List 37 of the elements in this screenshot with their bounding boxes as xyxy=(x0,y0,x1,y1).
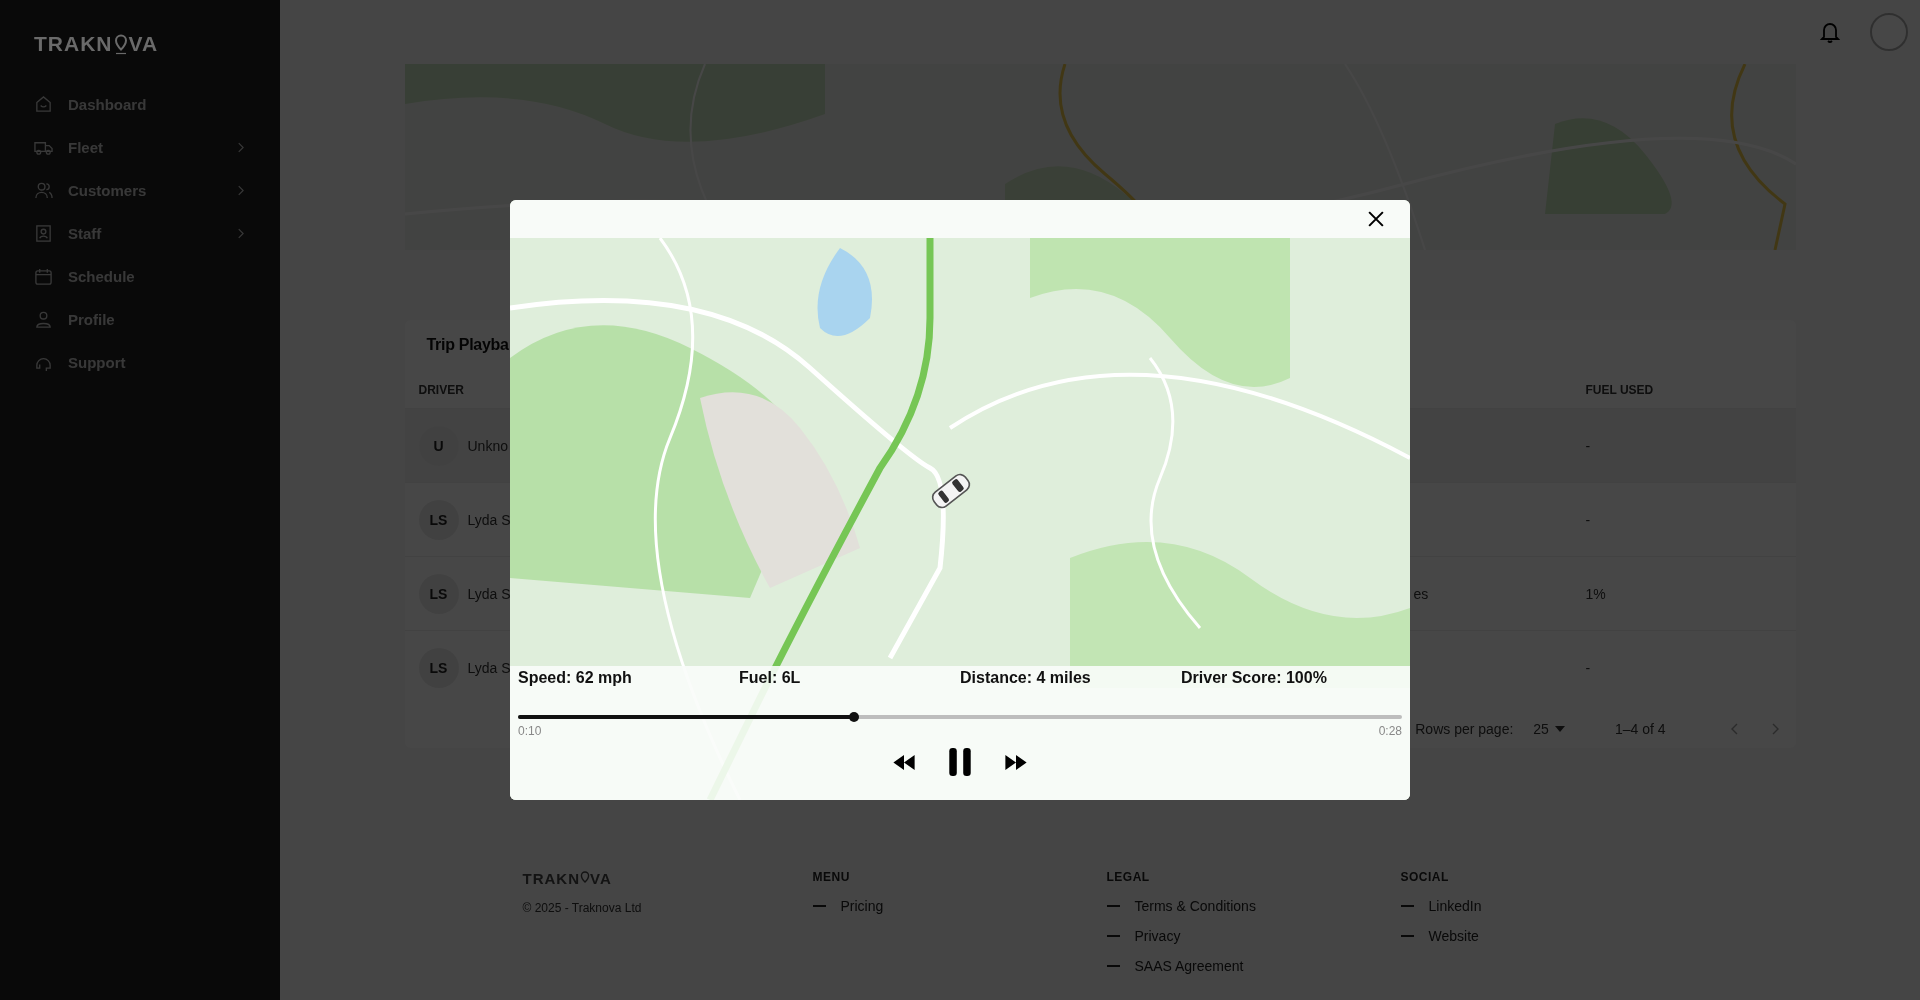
trip-stat: Driver Score: 100% xyxy=(1181,669,1328,687)
trip-stat: Speed: 62 mph xyxy=(518,669,633,687)
footer-heading: SOCIAL xyxy=(1400,870,1450,884)
footer-link[interactable]: LinkedIn xyxy=(1428,898,1482,914)
table-cell: Lyda S xyxy=(467,659,511,676)
column-header: FUEL USED xyxy=(1585,383,1655,397)
close-icon xyxy=(1368,211,1384,227)
footer-heading: LEGAL xyxy=(1106,870,1151,884)
table-cell: es xyxy=(1413,585,1429,602)
pin-icon xyxy=(113,33,128,55)
page-range: 1–4 of 4 xyxy=(1614,721,1666,737)
rows-per-page-label: Rows per page: xyxy=(1415,721,1514,737)
table-cell: Lyda S xyxy=(467,585,511,602)
pause-icon xyxy=(947,747,973,777)
rewind-icon xyxy=(891,753,917,771)
logo-text: TRAKN xyxy=(34,32,113,56)
table-cell-text: - xyxy=(1585,437,1592,454)
table-cell-text: - xyxy=(1585,659,1592,676)
footer-link[interactable]: Website xyxy=(1428,928,1479,944)
table-cell: Lyda S xyxy=(467,511,511,528)
trip-stat: Fuel: 6L xyxy=(739,669,802,687)
table-title: Trip Playba xyxy=(426,336,510,354)
table-cell-text: - xyxy=(1585,511,1592,528)
progress-slider[interactable] xyxy=(518,715,1402,719)
footer-heading: MENU xyxy=(812,870,851,884)
footer-link[interactable]: Terms & Conditions xyxy=(1134,898,1256,914)
footer-link[interactable]: SAAS Agreement xyxy=(1134,958,1244,974)
trip-stat: Distance: 4 miles xyxy=(960,669,1092,687)
footer-link[interactable]: Pricing xyxy=(840,898,884,914)
slider-thumb[interactable] xyxy=(848,712,859,722)
elapsed-time: 0:10 xyxy=(518,724,542,738)
table-cell-text: 1% xyxy=(1585,585,1607,602)
footer-link[interactable]: Privacy xyxy=(1134,928,1181,944)
logo-text: VA xyxy=(128,32,159,56)
fast-forward-icon xyxy=(1003,753,1029,771)
total-time: 0:28 xyxy=(1378,724,1402,738)
column-header: DRIVER xyxy=(418,383,465,397)
